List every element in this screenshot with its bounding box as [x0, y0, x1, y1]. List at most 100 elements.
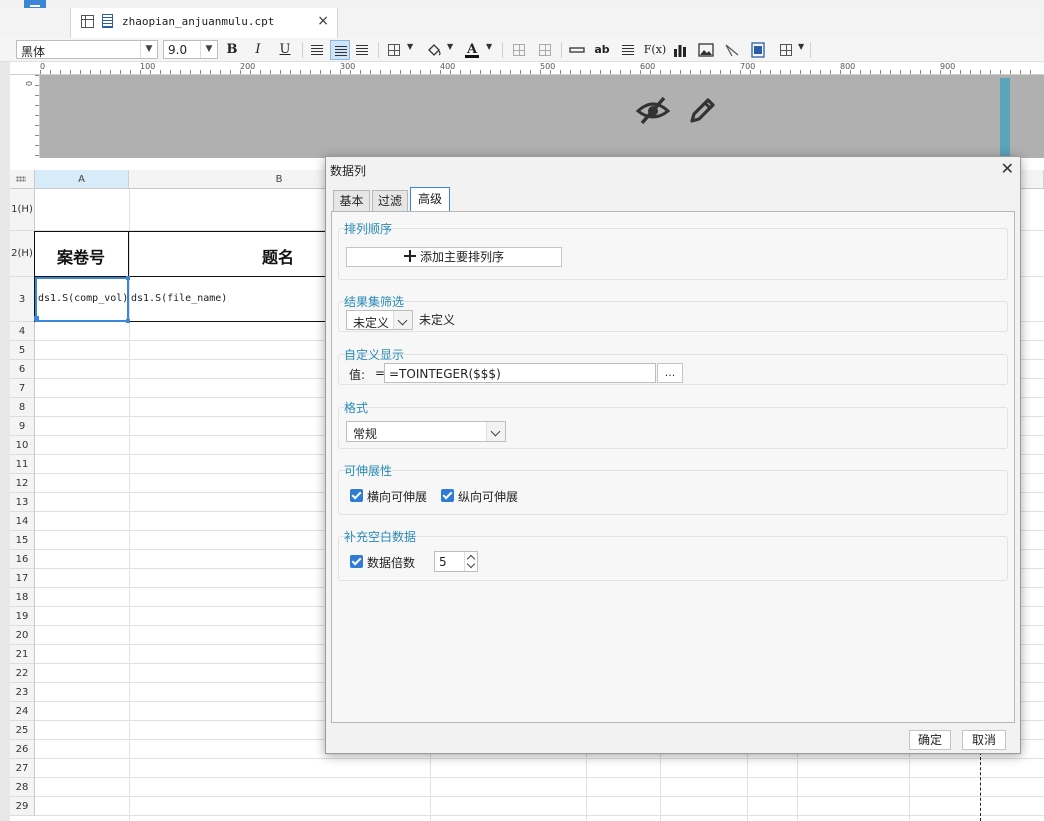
column-header-a[interactable]: A	[35, 170, 129, 189]
data-multiple-checkbox[interactable]	[350, 555, 363, 568]
font-color-button[interactable]: A	[462, 40, 482, 60]
data-multiple-label[interactable]: 数据倍数	[367, 554, 415, 571]
close-icon[interactable]: ✕	[1001, 159, 1014, 178]
chevron-down-icon[interactable]: ▼	[486, 42, 492, 51]
cell-border-button[interactable]	[776, 40, 796, 60]
split-cells-button[interactable]	[535, 40, 555, 60]
file-tab[interactable]: zhaopian_anjuanmulu.cpt ×	[70, 8, 338, 38]
border-button[interactable]	[384, 40, 404, 60]
row-header[interactable]: 19	[10, 607, 35, 626]
insert-rich-text-button[interactable]	[618, 40, 638, 60]
toolbar-divider	[561, 42, 562, 58]
chevron-down-icon[interactable]	[486, 422, 505, 441]
pencil-icon[interactable]	[688, 95, 718, 125]
row-header[interactable]: 22	[10, 664, 35, 683]
stepper-buttons[interactable]	[464, 552, 477, 571]
bold-button[interactable]: B	[222, 40, 242, 60]
plus-icon	[403, 250, 416, 262]
underline-button[interactable]: U	[275, 40, 295, 60]
row-header[interactable]: 10	[10, 436, 35, 455]
row-header[interactable]: 25	[10, 721, 35, 740]
eye-off-icon[interactable]	[636, 95, 670, 125]
insert-image-button[interactable]	[696, 40, 716, 60]
chevron-down-icon[interactable]: ▼	[447, 42, 453, 51]
tab-basic[interactable]: 基本	[333, 190, 370, 211]
chevron-down-icon[interactable]: ▼	[200, 41, 217, 58]
row-header[interactable]: 12	[10, 474, 35, 493]
row-header[interactable]: 11	[10, 455, 35, 474]
row-header[interactable]: 4	[10, 322, 35, 341]
row-header[interactable]: 24	[10, 702, 35, 721]
chevron-down-icon[interactable]: ▼	[798, 42, 804, 51]
chevron-down-icon[interactable]	[393, 311, 412, 329]
chevron-down-icon[interactable]: ▼	[140, 41, 157, 58]
horizontal-expand-checkbox[interactable]	[350, 489, 363, 502]
grid-row-line	[35, 777, 1044, 778]
add-primary-sort-button[interactable]: 添加主要排列序	[346, 247, 562, 267]
format-select[interactable]: 常规	[346, 421, 506, 442]
row-header[interactable]: 5	[10, 341, 35, 360]
insert-chart-button[interactable]	[670, 40, 690, 60]
row-header[interactable]: 3	[10, 277, 35, 322]
chevron-down-icon[interactable]	[466, 559, 476, 569]
row-header[interactable]: 14	[10, 512, 35, 531]
cell-b3[interactable]: ds1.S(file_name)	[131, 293, 227, 304]
row-header[interactable]: 29	[10, 797, 35, 816]
insert-formula-button[interactable]: F(x)	[643, 40, 667, 60]
resize-handle[interactable]	[34, 316, 39, 321]
insert-text-button[interactable]: ab	[592, 40, 612, 60]
row-header[interactable]: 2(H)	[10, 231, 35, 277]
formula-editor-button[interactable]: ...	[657, 363, 683, 383]
fill-color-button[interactable]	[424, 40, 444, 60]
row-header[interactable]: 26	[10, 740, 35, 759]
font-size-select[interactable]: 9.0 ▼	[163, 40, 218, 59]
row-header[interactable]: 16	[10, 550, 35, 569]
data-multiple-stepper[interactable]: 5	[434, 551, 478, 572]
chevron-down-icon[interactable]: ▼	[407, 42, 413, 51]
row-header[interactable]: 18	[10, 588, 35, 607]
row-header[interactable]: 15	[10, 531, 35, 550]
row-header[interactable]: 27	[10, 759, 35, 778]
header-cell-b2[interactable]: 题名	[262, 244, 294, 268]
row-header[interactable]: 28	[10, 778, 35, 797]
tab-advanced[interactable]: 高级	[410, 187, 450, 212]
align-left-button[interactable]	[307, 40, 327, 60]
resize-handle[interactable]	[126, 319, 130, 323]
align-center-button[interactable]	[330, 40, 350, 60]
ok-button[interactable]: 确定	[909, 730, 951, 750]
insert-data-column-button[interactable]	[567, 40, 587, 60]
toolbar-divider	[302, 42, 303, 58]
vertical-expand-checkbox[interactable]	[441, 489, 454, 502]
font-family-select[interactable]: 黑体 ▼	[16, 40, 158, 59]
result-filter-select[interactable]: 未定义	[346, 310, 413, 330]
close-tab-icon[interactable]: ×	[317, 13, 329, 29]
vertical-expand-label[interactable]: 纵向可伸展	[458, 488, 518, 505]
resize-handle[interactable]	[126, 276, 130, 280]
merge-cells-button[interactable]	[509, 40, 529, 60]
cancel-button[interactable]: 取消	[962, 730, 1006, 750]
row-header[interactable]: 13	[10, 493, 35, 512]
insert-subreport-button[interactable]	[748, 40, 768, 60]
tab-filter[interactable]: 过滤	[372, 190, 408, 211]
ruler-label: 400	[440, 62, 456, 71]
insert-slash-button[interactable]	[722, 40, 742, 60]
row-header[interactable]: 17	[10, 569, 35, 588]
row-header[interactable]: 7	[10, 379, 35, 398]
canvas-scroll-marker[interactable]	[1000, 78, 1010, 158]
select-all-corner[interactable]	[10, 170, 35, 189]
custom-display-formula-input[interactable]: =TOINTEGER($$$)	[384, 363, 656, 383]
row-header[interactable]: 6	[10, 360, 35, 379]
align-right-button[interactable]	[352, 40, 372, 60]
row-header[interactable]: 20	[10, 626, 35, 645]
row-header[interactable]: 21	[10, 645, 35, 664]
cell-border-icon	[780, 44, 792, 56]
row-header[interactable]: 23	[10, 683, 35, 702]
horizontal-expand-label[interactable]: 横向可伸展	[367, 488, 427, 505]
grid-icon[interactable]	[81, 15, 94, 28]
header-cell-a2[interactable]: 案卷号	[57, 244, 105, 268]
row-header[interactable]: 9	[10, 417, 35, 436]
row-header[interactable]: 1(H)	[10, 189, 35, 231]
row-header[interactable]: 8	[10, 398, 35, 417]
italic-button[interactable]: I	[248, 40, 268, 60]
dialog-title: 数据列	[330, 164, 367, 178]
